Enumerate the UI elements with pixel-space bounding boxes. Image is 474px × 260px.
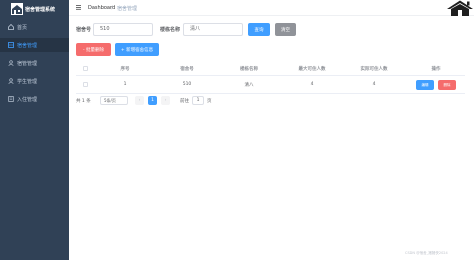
logo-icon [11, 3, 23, 15]
building-label: 楼栋名称 [160, 27, 181, 33]
brand-name: 宿舍管理系统 [25, 7, 56, 13]
checkin-icon [8, 96, 14, 102]
house-icon[interactable] [445, 0, 474, 16]
reset-button[interactable]: 清空 [275, 23, 296, 36]
breadcrumb-current: 宿舍管理 [117, 6, 138, 12]
dorm-no-input[interactable]: 510 [93, 23, 153, 36]
cell-index: 1 [123, 82, 127, 87]
page-unit-label: 页 [207, 99, 212, 104]
sidebar-item-label: 首页 [17, 25, 28, 31]
next-page-button[interactable]: › [161, 96, 170, 105]
select-all-checkbox[interactable] [83, 66, 88, 71]
sidebar-item-label: 学生管理 [17, 79, 38, 85]
header-max: 最大可住人数 [298, 67, 326, 72]
brand: 宿舍管理系统 [0, 0, 69, 20]
hamburger-icon[interactable] [76, 5, 81, 10]
sidebar-item-student[interactable]: 学生管理 [0, 74, 69, 88]
header-actual: 实际可住人数 [360, 67, 388, 72]
manager-icon [8, 60, 14, 66]
building-input[interactable]: 清八 [183, 23, 243, 36]
watermark: CSDN @宿舍_猪猪侠2024 [405, 251, 448, 255]
home-icon [8, 24, 14, 30]
prev-page-button[interactable]: ‹ [135, 96, 144, 105]
dorm-icon [8, 42, 14, 48]
edit-button[interactable]: 编辑 [416, 80, 434, 90]
cell-max: 4 [310, 82, 314, 87]
delete-button[interactable]: 删除 [438, 80, 456, 90]
header-actions: 操作 [431, 67, 441, 72]
page-size-value: 5条/页 [104, 98, 116, 103]
dorm-no-label: 宿舍号 [76, 27, 92, 33]
sidebar: 宿舍管理系统 首页 宿舍管理 宿管管理 学生管理 入住管理 [0, 0, 69, 260]
add-dorm-button[interactable]: + 新增宿舍信息 [115, 43, 159, 56]
cell-building: 清八 [244, 83, 254, 88]
page-1-button[interactable]: 1 [148, 96, 157, 105]
sidebar-item-home[interactable]: 首页 [0, 20, 69, 34]
header-index: 序号 [120, 67, 130, 72]
sidebar-item-checkin[interactable]: 入住管理 [0, 92, 69, 106]
sidebar-item-dorm[interactable]: 宿舍管理 [0, 38, 69, 52]
cell-dorm-no: 510 [182, 82, 192, 87]
header-dorm-no: 宿舍号 [180, 67, 194, 72]
breadcrumb-separator: / [111, 5, 113, 11]
app-root: 宿舍管理系统 首页 宿舍管理 宿管管理 学生管理 入住管理 Dashboard … [0, 0, 474, 260]
pagination-total: 共 1 条 [76, 99, 91, 104]
table-row: 1 510 清八 4 4 编辑 删除 [76, 76, 465, 94]
header-building: 楼栋名称 [240, 67, 258, 72]
table-header: 序号 宿舍号 楼栋名称 最大可住人数 实际可住人数 操作 [76, 61, 465, 76]
sidebar-item-label: 入住管理 [17, 97, 38, 103]
student-icon [8, 78, 14, 84]
sidebar-item-label: 宿管管理 [17, 61, 38, 67]
sidebar-item-manager[interactable]: 宿管管理 [0, 56, 69, 70]
goto-label: 前往 [180, 99, 189, 104]
batch-delete-button[interactable]: - 批量删除 [76, 43, 111, 56]
sidebar-item-label: 宿舍管理 [17, 43, 38, 49]
goto-page-input[interactable]: 1 [192, 96, 204, 105]
query-button[interactable]: 查询 [248, 23, 270, 36]
top-navbar: Dashboard / 宿舍管理 [69, 0, 474, 16]
page-size-select[interactable]: 5条/页 [100, 96, 128, 105]
row-checkbox[interactable] [83, 82, 88, 87]
cell-actual: 4 [372, 82, 376, 87]
